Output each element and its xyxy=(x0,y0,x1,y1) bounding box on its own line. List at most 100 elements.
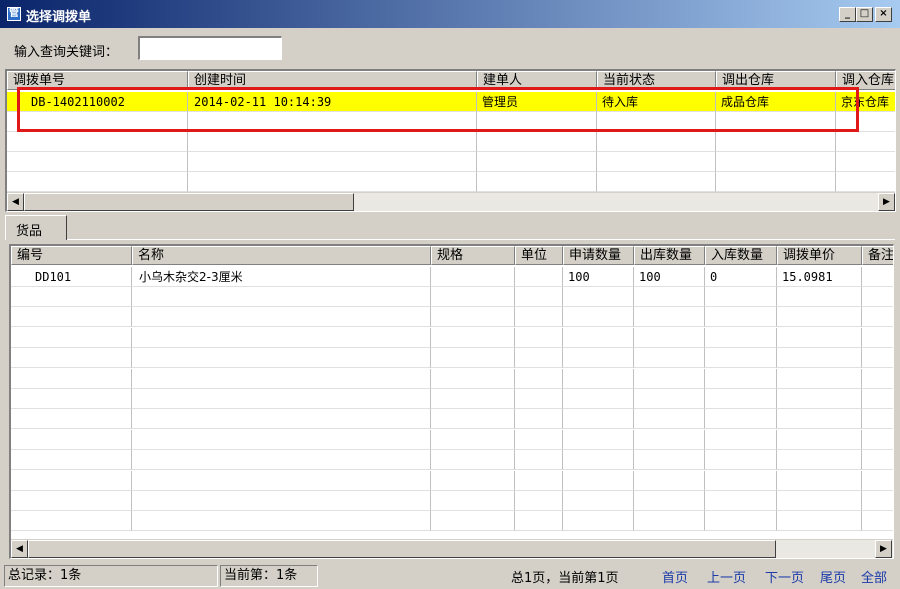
empty-row xyxy=(11,368,893,389)
empty-cell xyxy=(777,511,862,532)
empty-cell xyxy=(431,470,515,491)
total-records: 总记录：1条 xyxy=(4,565,218,587)
left-arrow-icon[interactable]: ◀ xyxy=(7,193,24,211)
transfer-horizontal-scrollbar[interactable]: ◀ ▶ xyxy=(7,192,895,211)
col-header-created-time[interactable]: 创建时间 xyxy=(188,71,477,90)
right-arrow-icon[interactable]: ▶ xyxy=(875,540,892,558)
empty-cell xyxy=(431,511,515,532)
col-header-request-qty[interactable]: 申请数量 xyxy=(563,246,634,265)
empty-cell xyxy=(705,409,777,430)
empty-row xyxy=(11,389,893,409)
empty-cell xyxy=(515,429,563,450)
empty-cell xyxy=(515,287,563,307)
col-header-status[interactable]: 当前状态 xyxy=(597,71,716,90)
empty-cell xyxy=(777,368,862,389)
empty-row xyxy=(7,152,895,172)
col-header-in-qty[interactable]: 入库数量 xyxy=(705,246,777,265)
show-all-link[interactable]: 全部 xyxy=(861,567,887,586)
empty-cell xyxy=(705,470,777,491)
col-header-spec[interactable]: 规格 xyxy=(431,246,515,265)
col-header-remark[interactable]: 备注 xyxy=(862,246,893,265)
status-bar: 总记录：1条 当前第：1条 总1页，当前第1页 首页 上一页 下一页 尾页 全部 xyxy=(0,564,900,589)
close-button[interactable]: × xyxy=(875,7,892,22)
empty-cell xyxy=(634,450,705,471)
empty-cell xyxy=(132,491,431,511)
first-page-link[interactable]: 首页 xyxy=(662,567,688,586)
current-record: 当前第：1条 xyxy=(220,565,318,587)
empty-cell xyxy=(634,491,705,511)
empty-cell xyxy=(836,152,895,172)
col-header-out-qty[interactable]: 出库数量 xyxy=(634,246,705,265)
empty-cell xyxy=(563,389,634,409)
empty-cell xyxy=(7,112,188,132)
empty-cell xyxy=(705,450,777,471)
minimize-button[interactable]: _ xyxy=(839,7,856,22)
table-row[interactable]: DB-1402110002 2014-02-11 10:14:39 管理员 待入… xyxy=(7,92,895,112)
empty-row xyxy=(11,450,893,471)
col-header-code[interactable]: 编号 xyxy=(11,246,132,265)
next-page-link[interactable]: 下一页 xyxy=(765,567,804,586)
in-warehouse-cell: 京东仓库 xyxy=(836,92,895,112)
col-header-unit[interactable]: 单位 xyxy=(515,246,563,265)
empty-cell xyxy=(862,307,893,328)
last-page-link[interactable]: 尾页 xyxy=(820,567,846,586)
empty-cell xyxy=(132,429,431,450)
search-label: 输入查询关键词： xyxy=(14,45,119,60)
scroll-thumb[interactable] xyxy=(24,193,354,211)
request-qty-cell: 100 xyxy=(563,267,634,287)
empty-cell xyxy=(563,348,634,369)
prev-page-link[interactable]: 上一页 xyxy=(707,567,746,586)
empty-cell xyxy=(716,112,836,132)
empty-cell xyxy=(477,132,597,152)
col-header-name[interactable]: 名称 xyxy=(132,246,431,265)
empty-cell xyxy=(11,327,132,348)
empty-row xyxy=(7,112,895,132)
empty-cell xyxy=(862,389,893,409)
app-icon: 管 xyxy=(7,7,21,21)
empty-row xyxy=(11,287,893,307)
empty-cell xyxy=(862,511,893,532)
col-header-unit-price[interactable]: 调拨单价 xyxy=(777,246,862,265)
empty-cell xyxy=(634,429,705,450)
empty-cell xyxy=(705,307,777,328)
restore-button[interactable]: □ xyxy=(856,7,873,22)
empty-cell xyxy=(563,491,634,511)
empty-cell xyxy=(705,368,777,389)
table-row[interactable]: DD101 小乌木杂交2-3厘米 100 100 0 15.0981 xyxy=(11,267,893,287)
goods-horizontal-scrollbar[interactable]: ◀ ▶ xyxy=(11,539,893,558)
scroll-thumb[interactable] xyxy=(28,540,776,558)
spec-cell xyxy=(431,267,515,287)
in-qty-cell: 0 xyxy=(705,267,777,287)
empty-cell xyxy=(11,389,132,409)
tab-goods[interactable]: 货品 xyxy=(5,215,67,240)
right-arrow-icon[interactable]: ▶ xyxy=(878,193,895,211)
status-cell: 待入库 xyxy=(597,92,716,112)
empty-cell xyxy=(11,409,132,430)
empty-cell xyxy=(515,348,563,369)
empty-cell xyxy=(515,470,563,491)
empty-cell xyxy=(634,348,705,369)
empty-cell xyxy=(862,369,893,389)
search-input[interactable] xyxy=(138,36,282,60)
empty-row xyxy=(11,307,893,328)
empty-cell xyxy=(11,287,132,307)
left-arrow-icon[interactable]: ◀ xyxy=(11,540,28,558)
tab-divider xyxy=(67,239,895,240)
empty-cell xyxy=(862,409,893,430)
empty-cell xyxy=(862,287,893,307)
empty-row xyxy=(11,327,893,348)
empty-row xyxy=(11,470,893,491)
col-header-creator[interactable]: 建单人 xyxy=(477,71,597,90)
empty-cell xyxy=(188,132,477,152)
empty-cell xyxy=(777,470,862,491)
col-header-out-warehouse[interactable]: 调出仓库 xyxy=(716,71,836,90)
empty-cell xyxy=(634,409,705,430)
empty-cell xyxy=(836,172,895,192)
empty-cell xyxy=(634,287,705,307)
col-header-order-no[interactable]: 调拨单号 xyxy=(7,71,188,90)
empty-cell xyxy=(716,172,836,192)
empty-cell xyxy=(431,429,515,450)
empty-cell xyxy=(705,511,777,532)
empty-cell xyxy=(716,152,836,172)
col-header-in-warehouse[interactable]: 调入仓库 xyxy=(836,71,895,90)
